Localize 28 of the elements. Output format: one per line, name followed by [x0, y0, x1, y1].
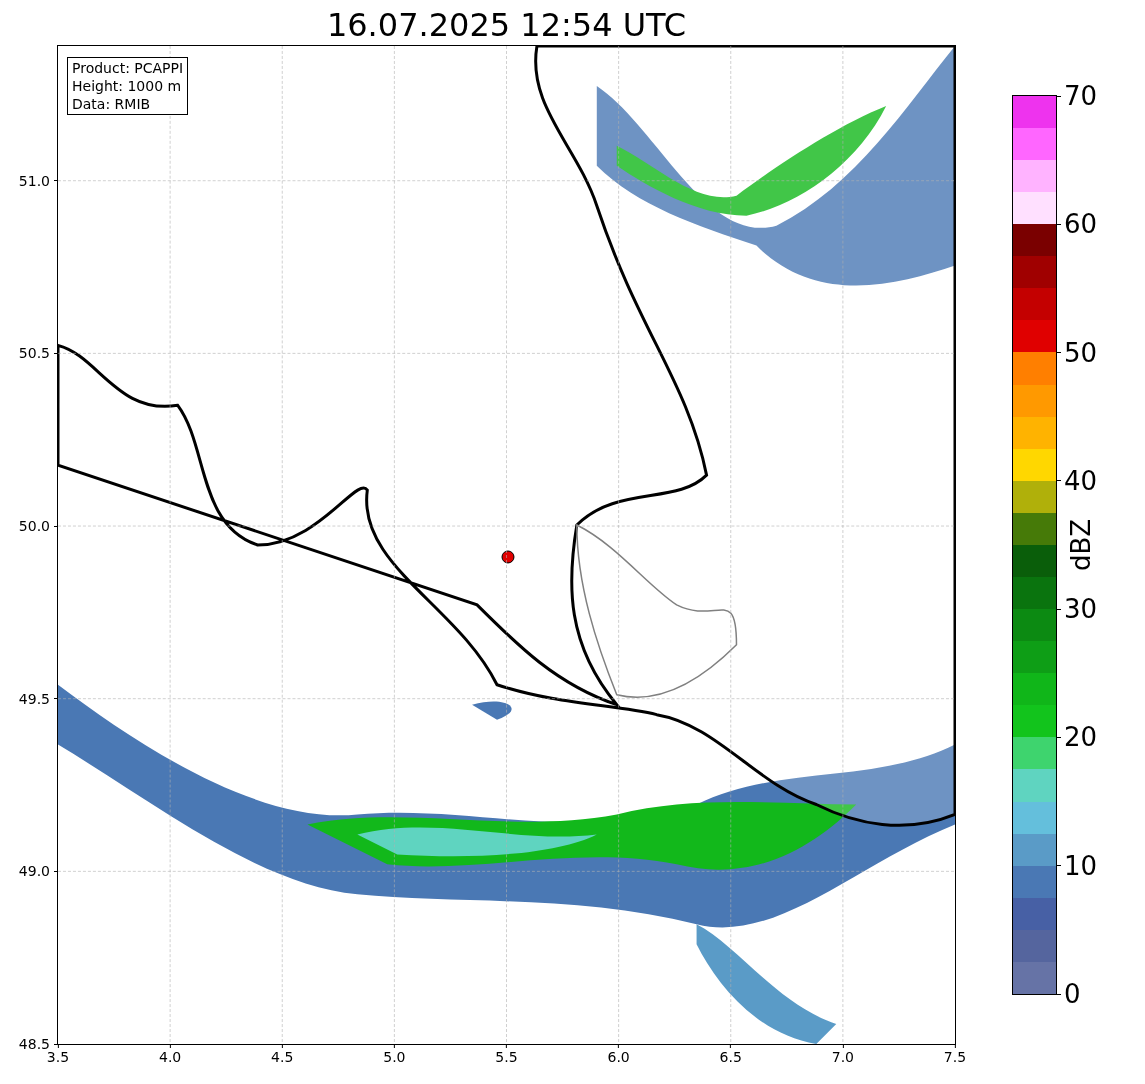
colorbar-tick-label: 50 [1063, 337, 1098, 368]
y-tick-label: 51.0 [18, 172, 51, 189]
colorbar-tick-label: 10 [1063, 850, 1098, 881]
chart-title: 16.07.2025 12:54 UTC [326, 5, 687, 45]
x-tick-label: 5.5 [495, 1048, 518, 1066]
info-text: Data: RMIB [72, 95, 152, 113]
y-tick-label: 50.5 [18, 345, 51, 362]
y-tick-label: 48.5 [18, 1036, 51, 1052]
x-tick-label: 7.0 [831, 1048, 854, 1066]
y-tick-label: 50.0 [18, 518, 51, 535]
x-tick-label: 5.0 [383, 1048, 406, 1066]
x-tick-label: 6.0 [607, 1048, 630, 1066]
colorbar-tick-label: 40 [1063, 465, 1098, 496]
colorbar-tick-label: 30 [1063, 594, 1098, 625]
x-tick-label: 6.5 [719, 1048, 742, 1066]
y-tick-label: 49.0 [18, 863, 51, 880]
x-tick-label: 7.5 [943, 1048, 967, 1066]
colorbar-label: dBZ [1065, 518, 1096, 572]
info-text: Height: 1000 m [72, 77, 183, 95]
x-tick-label: 3.5 [46, 1049, 70, 1066]
colorbar-tick-label: 60 [1063, 209, 1098, 240]
colorbar-tick-label: 20 [1063, 722, 1098, 753]
y-tick-label: 49.5 [18, 690, 51, 707]
colorbar-tick-label: 70 [1063, 81, 1098, 111]
info-text: Product: PCAPPI [72, 59, 184, 77]
x-tick-label: 4.0 [159, 1048, 182, 1066]
x-tick-label: 4.5 [271, 1048, 294, 1066]
colorbar-tick-label: 0 [1063, 979, 1081, 1009]
